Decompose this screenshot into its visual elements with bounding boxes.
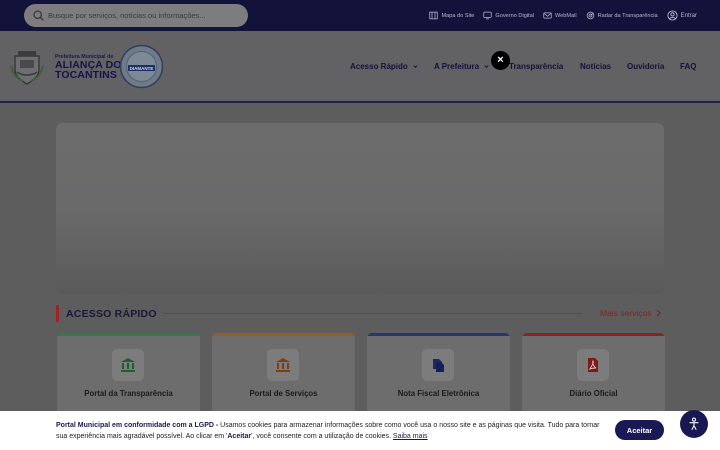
section-title: ACESSO RÁPIDO	[66, 308, 157, 320]
search-input[interactable]	[48, 7, 238, 24]
chevron-down-icon	[413, 65, 418, 69]
card-label: Portal da Transparência	[84, 389, 173, 398]
link-webmail-label: WebMail	[554, 12, 577, 19]
card-transparency-portal[interactable]: Portal da Transparência	[57, 333, 200, 423]
chevron-right-icon	[657, 309, 662, 317]
card-official-gazette[interactable]: Diário Oficial	[522, 333, 665, 423]
card-icon-box	[267, 349, 299, 381]
nav-city-hall-label: A Prefeitura	[434, 62, 480, 71]
bank-icon	[121, 358, 135, 372]
cookie-message: Portal Municipal em conformidade com a L…	[56, 420, 601, 442]
nav-transparency-label: Transparência	[509, 62, 564, 71]
accessibility-icon	[689, 417, 699, 430]
top-bar: Mapa do Site Governo Digital WebMail Rad…	[0, 0, 720, 31]
learn-more-link[interactable]: Saiba mais	[393, 433, 428, 440]
sitemap-icon	[429, 11, 439, 20]
card-label: Diário Oficial	[569, 389, 618, 398]
radar-icon	[586, 11, 594, 20]
close-icon: ×	[497, 54, 504, 66]
nav-news-label: Notícias	[580, 62, 612, 71]
card-stripe	[57, 333, 200, 336]
cookie-message-bold: Portal Municipal em conformidade com a L…	[56, 422, 219, 429]
card-icon-box	[577, 349, 609, 381]
city-crest-logo[interactable]	[10, 48, 44, 86]
link-transparency-radar-label: Radar da Transparência	[597, 12, 658, 19]
chevron-down-icon	[484, 65, 489, 69]
link-digital-government[interactable]: Governo Digital	[483, 11, 534, 20]
accept-cookies-button[interactable]: Aceitar	[615, 420, 664, 440]
documents-icon	[433, 359, 444, 372]
hero-banner[interactable]	[56, 123, 664, 294]
cookie-consent-banner: Portal Municipal em conformidade com a L…	[0, 411, 720, 450]
nav-transparency[interactable]: Transparência	[509, 62, 563, 71]
section-accent-bar	[56, 305, 59, 322]
nav-news[interactable]: Notícias	[580, 62, 611, 71]
search-box[interactable]	[24, 4, 248, 27]
user-icon	[667, 10, 678, 21]
building-icon	[276, 358, 290, 372]
brand-wordmark[interactable]: Prefeitura Municipal de ALIANÇA DO TOCAN…	[55, 54, 122, 80]
accessibility-button[interactable]	[680, 410, 708, 438]
card-label: Nota Fiscal Eletrônica	[397, 389, 480, 398]
seal-text: DIAMANTE	[130, 66, 154, 71]
card-electronic-invoice[interactable]: Nota Fiscal Eletrônica	[367, 333, 510, 423]
card-icon-box	[422, 349, 454, 381]
mail-icon	[543, 12, 552, 19]
login-label: Entrar	[680, 12, 697, 19]
site-header: Prefeitura Municipal de ALIANÇA DO TOCAN…	[0, 31, 720, 103]
quality-seal-badge: DIAMANTE	[119, 44, 164, 89]
card-label: Portal de Serviços	[249, 389, 318, 398]
section-divider	[163, 313, 583, 314]
nav-quick-access-label: Acesso Rápido	[350, 62, 408, 71]
card-services-portal[interactable]: Portal de Serviços	[212, 333, 355, 423]
link-digital-government-label: Governo Digital	[495, 12, 534, 19]
nav-faq[interactable]: FAQ	[680, 62, 696, 71]
nav-city-hall[interactable]: A Prefeitura	[434, 62, 489, 71]
more-services-label: Mais serviços	[600, 308, 652, 318]
link-site-map-label: Mapa do Site	[441, 12, 475, 19]
close-button[interactable]: ×	[491, 51, 510, 70]
nav-ombudsman[interactable]: Ouvidoria	[627, 62, 664, 71]
link-site-map[interactable]: Mapa do Site	[429, 11, 474, 20]
brand-line-2: TOCANTINS	[55, 69, 117, 81]
card-stripe	[367, 333, 510, 336]
more-services-link[interactable]: Mais serviços	[600, 308, 662, 318]
login-link[interactable]: Entrar	[667, 10, 697, 21]
card-stripe	[212, 333, 355, 336]
nav-quick-access[interactable]: Acesso Rápido	[350, 62, 418, 71]
card-icon-box	[112, 349, 144, 381]
link-transparency-radar[interactable]: Radar da Transparência	[586, 11, 658, 20]
card-stripe	[522, 333, 665, 336]
cookie-message-accept-word: Aceitar	[227, 433, 252, 440]
search-icon	[33, 10, 44, 21]
pdf-icon	[588, 358, 598, 372]
nav-ombudsman-label: Ouvidoria	[627, 62, 665, 71]
nav-faq-label: FAQ	[680, 62, 697, 71]
cookie-message-text-2: ', você consente com a utilização de coo…	[251, 433, 393, 440]
link-webmail[interactable]: WebMail	[543, 11, 577, 20]
monitor-icon	[483, 11, 493, 20]
